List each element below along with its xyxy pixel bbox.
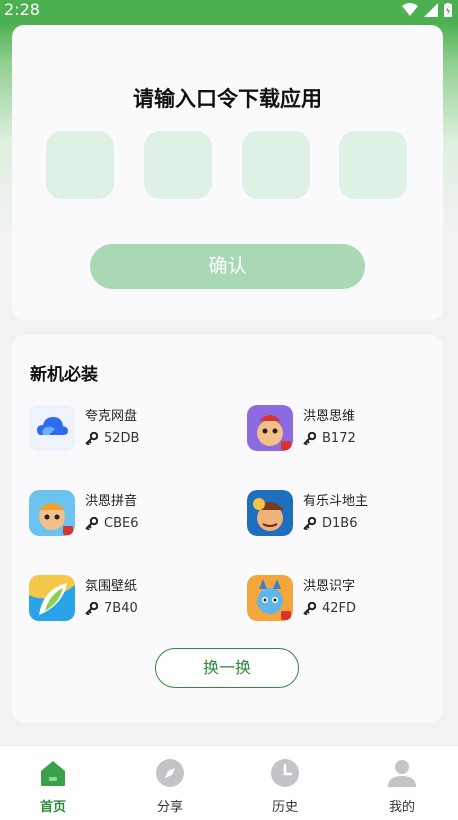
key-icon xyxy=(303,517,316,530)
tab-history[interactable]: 历史 xyxy=(245,758,325,818)
quark-cloud-icon xyxy=(29,405,75,451)
status-bar: 2:28 xyxy=(0,0,458,22)
user-icon xyxy=(388,760,416,787)
app-name: 洪恩思维 xyxy=(303,409,356,424)
tab-mine[interactable]: 我的 xyxy=(362,758,442,818)
app-item-hongen-literacy[interactable]: 洪恩识字 42FD xyxy=(247,575,447,625)
code-input-4[interactable] xyxy=(339,131,407,199)
hongen-literacy-icon xyxy=(247,575,293,621)
app-code-value: 42FD xyxy=(322,601,357,616)
bottom-tab-bar: 首页 分享 历史 我的 xyxy=(0,745,458,820)
refresh-button[interactable]: 换一换 xyxy=(155,648,299,688)
ambience-wallpaper-icon xyxy=(29,575,75,621)
code-input-1[interactable] xyxy=(46,131,114,199)
tab-share[interactable]: 分享 xyxy=(130,758,210,818)
app-code-value: B172 xyxy=(322,431,356,446)
home-icon xyxy=(41,761,65,786)
app-name: 夸克网盘 xyxy=(85,409,138,424)
tab-label: 分享 xyxy=(156,800,183,815)
app-code: 7B40 xyxy=(85,601,138,616)
code-input-3[interactable] xyxy=(242,131,310,199)
app-name: 洪恩识字 xyxy=(303,579,356,594)
key-icon xyxy=(85,432,98,445)
recommended-apps-card: 新机必装 夸克网盘 52DB 洪恩思维 B172 洪恩拼音 CBE6 有乐斗地主… xyxy=(12,335,443,722)
app-name: 氛围壁纸 xyxy=(85,579,138,594)
hongen-pinyin-icon xyxy=(29,490,75,536)
app-code: CBE6 xyxy=(85,516,138,531)
app-name: 洪恩拼音 xyxy=(85,494,138,509)
section-title: 新机必装 xyxy=(30,365,98,385)
app-item-youle-doudizhu[interactable]: 有乐斗地主 D1B6 xyxy=(247,490,447,540)
app-code: 42FD xyxy=(303,601,356,616)
key-icon xyxy=(303,432,316,445)
code-input-2[interactable] xyxy=(144,131,212,199)
tab-label: 首页 xyxy=(39,800,66,815)
key-icon xyxy=(85,602,98,615)
battery-icon xyxy=(444,3,452,17)
app-item-hongen-pinyin[interactable]: 洪恩拼音 CBE6 xyxy=(29,490,229,540)
compass-icon xyxy=(156,759,184,787)
app-code-value: CBE6 xyxy=(104,516,139,531)
hongen-thinking-icon xyxy=(247,405,293,451)
app-code-value: 7B40 xyxy=(104,601,138,616)
app-name: 有乐斗地主 xyxy=(303,494,369,509)
app-item-quark[interactable]: 夸克网盘 52DB xyxy=(29,405,229,455)
app-code-value: D1B6 xyxy=(322,516,358,531)
app-code: B172 xyxy=(303,431,356,446)
status-time: 2:28 xyxy=(4,0,40,19)
youle-doudizhu-icon xyxy=(247,490,293,536)
wifi-icon xyxy=(402,3,418,16)
tab-label: 我的 xyxy=(388,800,415,815)
key-icon xyxy=(303,602,316,615)
key-icon xyxy=(85,517,98,530)
code-entry-title: 请输入口令下载应用 xyxy=(133,87,322,111)
confirm-button[interactable]: 确认 xyxy=(90,244,365,289)
tab-label: 历史 xyxy=(271,800,298,815)
app-code: D1B6 xyxy=(303,516,357,531)
app-item-hongen-thinking[interactable]: 洪恩思维 B172 xyxy=(247,405,447,455)
status-icons xyxy=(402,3,452,17)
app-code-value: 52DB xyxy=(104,431,140,446)
code-entry-card: 请输入口令下载应用 确认 xyxy=(12,25,443,320)
app-item-ambience-wallpaper[interactable]: 氛围壁纸 7B40 xyxy=(29,575,229,625)
app-code: 52DB xyxy=(85,431,139,446)
signal-icon xyxy=(424,3,438,17)
tab-home[interactable]: 首页 xyxy=(13,758,93,818)
clock-icon xyxy=(271,759,299,787)
